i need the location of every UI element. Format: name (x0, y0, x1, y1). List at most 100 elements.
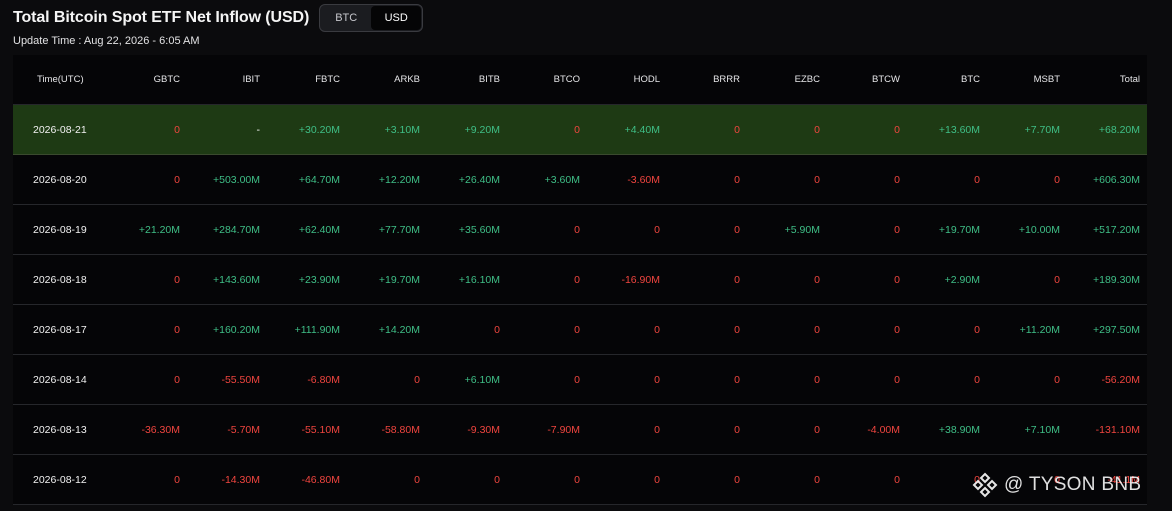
cell-fbtc: +111.90M (294, 323, 340, 336)
cell-brrr: 0 (734, 373, 740, 386)
toggle-usd-button[interactable]: USD (371, 6, 422, 30)
cell-btcw: 0 (894, 473, 900, 486)
cell-arkb: 0 (414, 473, 420, 486)
cell-arkb: 0 (414, 373, 420, 386)
cell-hodl: -3.60M (627, 173, 660, 186)
cell-arkb: +3.10M (384, 123, 420, 136)
cell-ibit: -5.70M (227, 423, 260, 436)
cell-brrr: 0 (734, 123, 740, 136)
cell-gbtc: 0 (174, 373, 180, 386)
row-date: 2026-08-21 (33, 123, 87, 136)
header: Total Bitcoin Spot ETF Net Inflow (USD) … (13, 3, 424, 33)
row-date: 2026-08-17 (33, 323, 87, 336)
row-date: 2026-08-13 (33, 423, 87, 436)
cell-btcw: 0 (894, 123, 900, 136)
column-header-bitb: BITB (478, 74, 500, 85)
cell-btco: -7.90M (547, 423, 580, 436)
cell-ibit: -55.50M (221, 373, 260, 386)
cell-msbt: 0 (1054, 173, 1060, 186)
cell-ibit: +160.20M (213, 323, 260, 336)
cell-arkb: +12.20M (378, 173, 420, 186)
cell-total: +517.20M (1093, 223, 1140, 236)
row-date: 2026-08-20 (33, 173, 87, 186)
watermark: @ TYSON BNB (972, 472, 1141, 498)
cell-fbtc: -6.80M (307, 373, 340, 386)
table-row: 2026-08-14 0 -55.50M -6.80M 0 +6.10M 0 0 0 0 0 0 0 -5… (13, 355, 1147, 405)
column-header-btcw: BTCW (872, 74, 900, 85)
cell-brrr: 0 (734, 423, 740, 436)
cell-btcw: 0 (894, 373, 900, 386)
table-row: 2026-08-20 0 +503.00M +64.70M +12.20M +26.40M… (13, 155, 1147, 205)
cell-hodl: 0 (654, 323, 660, 336)
cell-bitb: +16.10M (458, 273, 500, 286)
cell-total: +297.50M (1093, 323, 1140, 336)
table-row: 2026-08-19 +21.20M +284.70M +62.40M +77.70M +… (13, 205, 1147, 255)
cell-fbtc: +23.90M (298, 273, 340, 286)
cell-btco: 0 (574, 323, 580, 336)
column-header-msbt: MSBT (1033, 74, 1060, 85)
cell-bitb: -9.30M (467, 423, 500, 436)
table-header-row: Time(UTC) GBTC IBIT FBTC ARKB BITB BTCO HODL BRR… (13, 55, 1147, 105)
table-body: 2026-08-21 0 - +30.20M +3.10M +9.20M 0 +4.40M 0 0… (13, 105, 1147, 505)
cell-fbtc: -46.80M (301, 473, 340, 486)
table-row: 2026-08-21 0 - +30.20M +3.10M +9.20M 0 +4.40M 0 0… (13, 105, 1147, 155)
cell-btcw: -4.00M (867, 423, 900, 436)
cell-arkb: +14.20M (378, 323, 420, 336)
row-date: 2026-08-19 (33, 223, 87, 236)
cell-msbt: +10.00M (1018, 223, 1060, 236)
cell-btco: 0 (574, 473, 580, 486)
page-title: Total Bitcoin Spot ETF Net Inflow (USD) (13, 9, 310, 26)
cell-ibit: +284.70M (213, 223, 260, 236)
cell-hodl: 0 (654, 423, 660, 436)
cell-brrr: 0 (734, 223, 740, 236)
cell-btcw: 0 (894, 173, 900, 186)
cell-msbt: +7.10M (1024, 423, 1060, 436)
update-time: Update Time : Aug 22, 2026 - 6:05 AM (13, 35, 200, 47)
cell-btcw: 0 (894, 323, 900, 336)
cell-hodl: +4.40M (624, 123, 660, 136)
cell-ibit: - (256, 123, 261, 136)
cell-gbtc: 0 (174, 273, 180, 286)
cell-btco: 0 (574, 123, 580, 136)
cell-ezbc: 0 (814, 173, 820, 186)
cell-btc: +19.70M (938, 223, 980, 236)
column-header-hodl: HODL (633, 74, 660, 85)
cell-hodl: -16.90M (621, 273, 660, 286)
cell-btc: +2.90M (944, 273, 980, 286)
column-header-gbtc: GBTC (153, 74, 180, 85)
toggle-btc-button[interactable]: BTC (321, 6, 371, 30)
cell-bitb: +6.10M (464, 373, 500, 386)
cell-arkb: +77.70M (378, 223, 420, 236)
cell-ezbc: 0 (814, 123, 820, 136)
cell-btco: +3.60M (544, 173, 580, 186)
cell-fbtc: +64.70M (298, 173, 340, 186)
column-header-ibit: IBIT (242, 74, 260, 85)
cell-ezbc: +5.90M (784, 223, 820, 236)
cell-btc: 0 (974, 323, 980, 336)
column-header-brrr: BRRR (713, 74, 740, 85)
cell-btco: 0 (574, 223, 580, 236)
column-header-time-utc: Time(UTC) (37, 74, 84, 85)
row-date: 2026-08-12 (33, 473, 87, 486)
cell-bitb: 0 (494, 473, 500, 486)
cell-arkb: -58.80M (381, 423, 420, 436)
row-date: 2026-08-14 (33, 373, 87, 386)
cell-ezbc: 0 (814, 273, 820, 286)
cell-fbtc: -55.10M (301, 423, 340, 436)
cell-ezbc: 0 (814, 373, 820, 386)
cell-gbtc: 0 (174, 473, 180, 486)
cell-hodl: 0 (654, 223, 660, 236)
cell-gbtc: 0 (174, 173, 180, 186)
cell-gbtc: 0 (174, 323, 180, 336)
cell-brrr: 0 (734, 173, 740, 186)
cell-btcw: 0 (894, 273, 900, 286)
cell-btc: +38.90M (938, 423, 980, 436)
cell-ibit: +503.00M (213, 173, 260, 186)
cell-bitb: +9.20M (464, 123, 500, 136)
cell-hodl: 0 (654, 373, 660, 386)
cell-bitb: +26.40M (458, 173, 500, 186)
cell-gbtc: 0 (174, 123, 180, 136)
column-header-arkb: ARKB (394, 74, 420, 85)
cell-total: +189.30M (1093, 273, 1140, 286)
cell-msbt: +11.20M (1019, 323, 1060, 336)
